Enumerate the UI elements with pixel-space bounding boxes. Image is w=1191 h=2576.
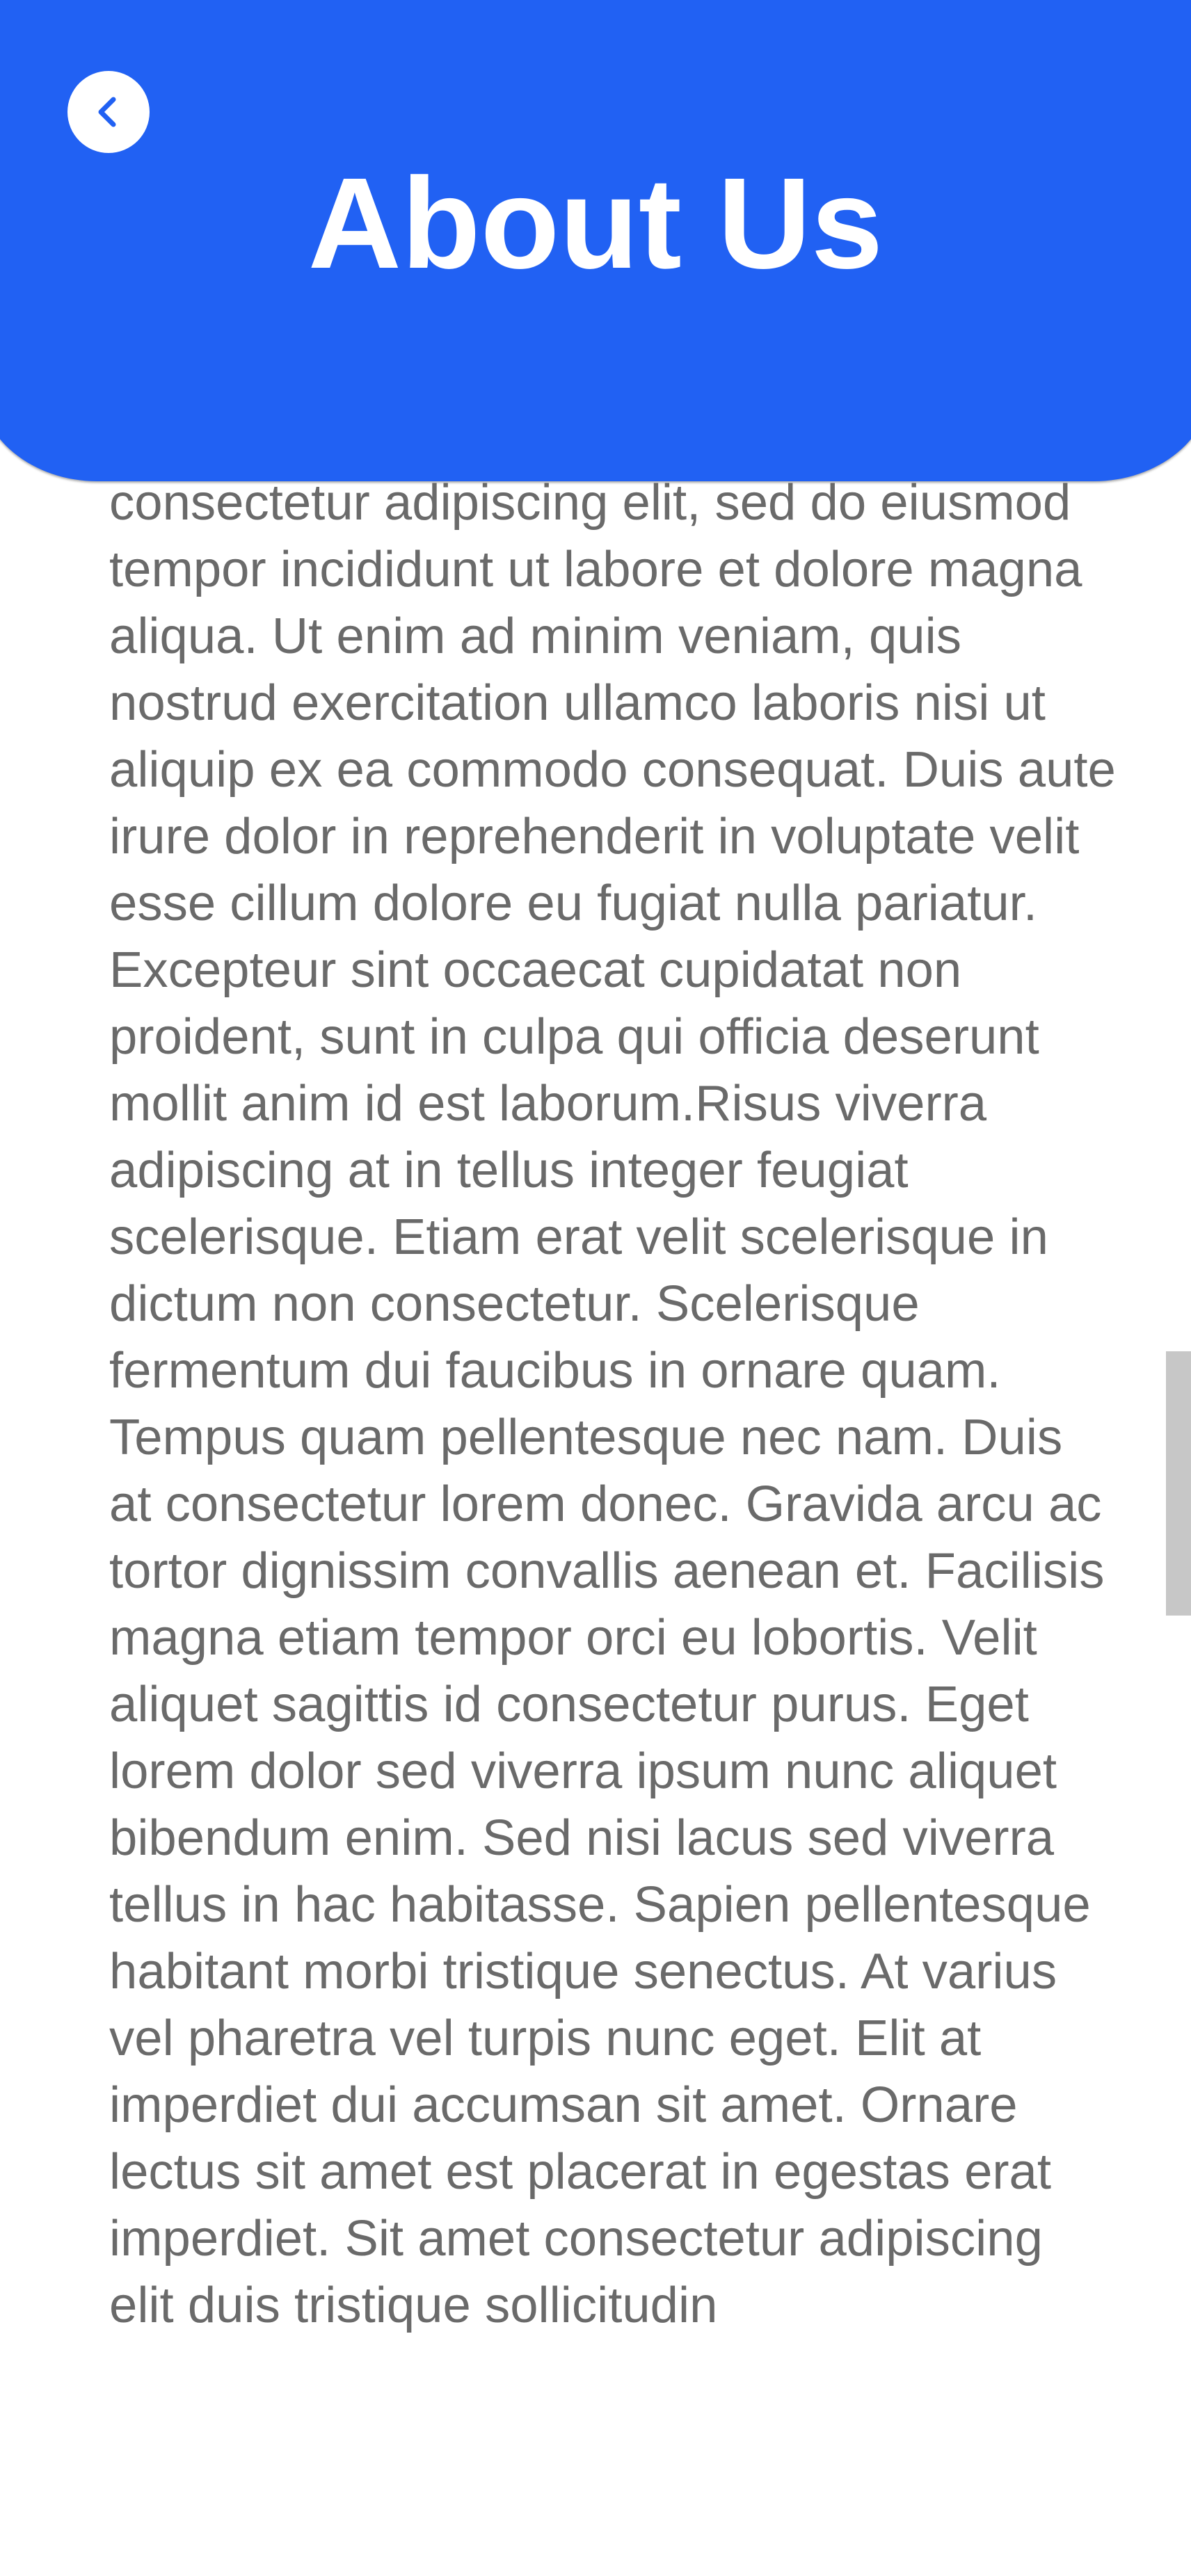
about-body-text: consectetur adipiscing elit, sed do eius… [109,474,1116,2333]
chevron-left-icon [98,97,116,127]
back-button[interactable] [67,71,150,153]
page-title: About Us [307,152,884,296]
scrollbar-thumb[interactable] [1166,1351,1191,1616]
